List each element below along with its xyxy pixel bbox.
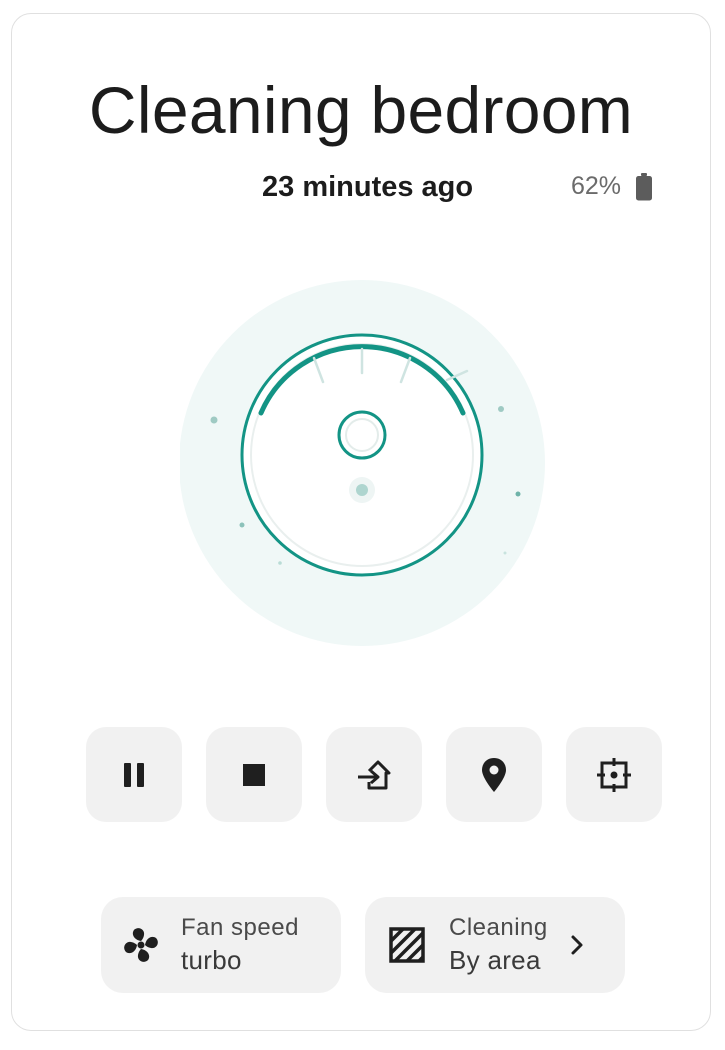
battery-percent: 62%: [570, 172, 621, 200]
stop-icon: [243, 763, 265, 786]
vacuum-card: Cleaning bedroom 23 minutes ago 62% Fan …: [11, 13, 711, 1031]
fan-speed-button[interactable]: Fan speed turbo: [101, 897, 341, 993]
control-buttons: [86, 727, 662, 822]
locate-button[interactable]: [446, 727, 542, 822]
page-title: Cleaning bedroom: [88, 73, 634, 147]
spot-clean-icon: [597, 757, 631, 792]
hatched-square-icon: [389, 927, 425, 963]
cleaning-mode-button[interactable]: Cleaning By area: [365, 897, 625, 993]
fan-icon: [124, 928, 158, 962]
cleaning-mode-value: By area: [449, 945, 541, 975]
pause-button[interactable]: [86, 727, 182, 822]
fan-speed-label: Fan speed: [181, 914, 299, 941]
battery-icon: [636, 172, 652, 200]
battery-status: 62%: [571, 172, 653, 201]
robot-vacuum-icon: [180, 280, 545, 646]
return-to-base-button[interactable]: [326, 727, 422, 822]
pause-icon: [124, 762, 144, 787]
map-marker-icon: [482, 757, 506, 792]
cleaning-mode-label: Cleaning: [449, 914, 548, 941]
fan-speed-value: turbo: [181, 945, 242, 975]
clean-spot-button[interactable]: [566, 727, 662, 822]
return-home-icon: [358, 760, 391, 789]
chevron-right-icon: [571, 935, 583, 955]
stop-button[interactable]: [206, 727, 302, 822]
last-run-time: 23 minutes ago: [262, 171, 474, 203]
